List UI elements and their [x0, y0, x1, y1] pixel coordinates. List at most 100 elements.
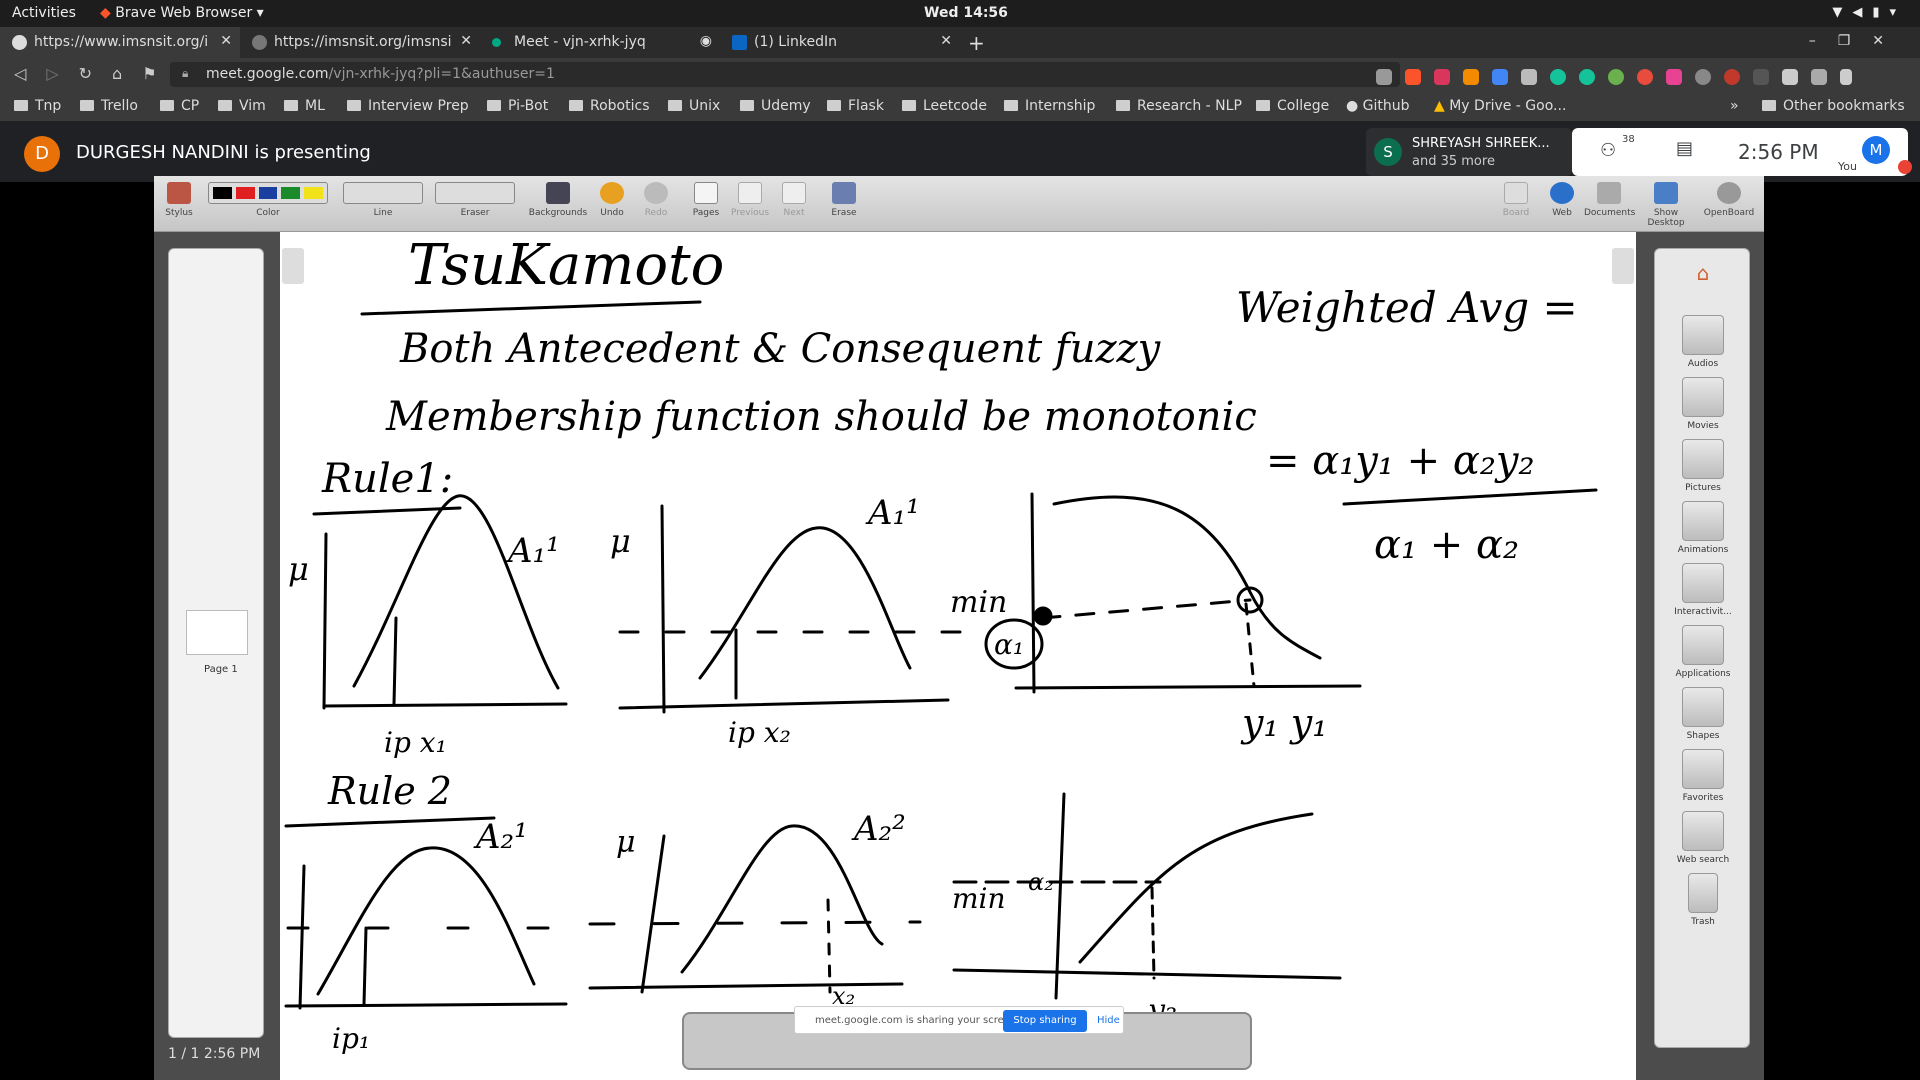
- bookmark-link[interactable]: ● Github: [1346, 98, 1410, 114]
- brave-shields-icon[interactable]: [1405, 68, 1421, 85]
- menu-icon[interactable]: [1840, 68, 1852, 85]
- record-icon[interactable]: [1724, 68, 1740, 85]
- new-tab-button[interactable]: +: [968, 31, 985, 55]
- calendar-icon[interactable]: [1753, 68, 1769, 85]
- library-audios[interactable]: Audios: [1655, 315, 1751, 369]
- back-icon[interactable]: ◁: [14, 64, 46, 83]
- bookmark-folder[interactable]: Robotics: [569, 98, 650, 114]
- plus-icon[interactable]: [1608, 68, 1624, 85]
- bookmark-folder[interactable]: Trello: [80, 98, 138, 114]
- shield-icon[interactable]: [1666, 68, 1682, 85]
- people-icon[interactable]: ⚇: [1600, 140, 1616, 161]
- playlist-icon[interactable]: [1811, 68, 1827, 85]
- participant-tile[interactable]: S SHREYASH SHREEK... and 35 more: [1366, 128, 1572, 176]
- stop-sharing-button[interactable]: Stop sharing: [1003, 1010, 1087, 1032]
- close-icon[interactable]: ✕: [220, 33, 232, 49]
- self-avatar[interactable]: M: [1862, 136, 1890, 164]
- tab-linkedin[interactable]: (1) LinkedIn ✕: [720, 27, 960, 58]
- bookmark-folder[interactable]: ML: [284, 98, 325, 114]
- erase-button[interactable]: Erase: [822, 176, 866, 218]
- home-icon[interactable]: ⌂: [112, 64, 142, 83]
- camera-icon[interactable]: [1376, 68, 1392, 85]
- restore-icon[interactable]: ❐: [1838, 33, 1873, 49]
- close-window-icon[interactable]: ✕: [1872, 33, 1906, 49]
- library-pictures[interactable]: Pictures: [1655, 439, 1751, 493]
- grammarly-icon[interactable]: [1550, 68, 1566, 85]
- color-swatch[interactable]: [258, 187, 278, 199]
- library-trash[interactable]: Trash: [1655, 873, 1751, 927]
- color-tool[interactable]: Color: [204, 176, 332, 218]
- color-swatch[interactable]: [281, 187, 301, 199]
- bookmark-folder[interactable]: Unix: [668, 98, 720, 114]
- openboard-menu[interactable]: OpenBoard: [1700, 176, 1758, 218]
- backgrounds-tool[interactable]: Backgrounds: [526, 176, 590, 218]
- library-favorites[interactable]: Favorites: [1655, 749, 1751, 803]
- extension-icon[interactable]: [1521, 68, 1537, 85]
- board-button[interactable]: Board: [1494, 176, 1538, 218]
- hide-button[interactable]: Hide: [1097, 1015, 1120, 1026]
- stylus-tool[interactable]: Stylus: [154, 176, 204, 218]
- documents-button[interactable]: Documents: [1584, 176, 1635, 218]
- library-home[interactable]: ⌂: [1655, 261, 1751, 285]
- library-animations[interactable]: Animations: [1655, 501, 1751, 555]
- pages-button[interactable]: Pages: [684, 176, 728, 218]
- library-interactivities[interactable]: Interactivit...: [1655, 563, 1751, 617]
- grammarly-icon[interactable]: [1579, 68, 1595, 85]
- bookmark-folder[interactable]: CP: [160, 98, 199, 114]
- whiteboard[interactable]: TsuKamoto Both Antecedent & Consequent f…: [280, 232, 1636, 1080]
- undo-button[interactable]: Undo: [590, 176, 634, 218]
- line-tool[interactable]: Line: [340, 176, 426, 218]
- close-icon[interactable]: ✕: [460, 33, 472, 49]
- forward-icon[interactable]: ▷: [46, 64, 78, 83]
- web-button[interactable]: Web: [1540, 176, 1584, 218]
- activities-button[interactable]: Activities: [12, 5, 76, 21]
- color-swatch[interactable]: [304, 187, 323, 199]
- tab-meet[interactable]: Meet - vjn-xrhk-jyq ◉: [480, 27, 720, 58]
- translate-icon[interactable]: [1492, 68, 1508, 85]
- other-bookmarks[interactable]: Other bookmarks: [1762, 98, 1905, 114]
- collapse-library-button[interactable]: [1612, 248, 1634, 284]
- bookmark-folder[interactable]: Flask: [827, 98, 884, 114]
- window-controls[interactable]: –❐✕: [1809, 33, 1906, 49]
- bookmark-folder[interactable]: Tnp: [14, 98, 61, 114]
- chat-icon[interactable]: ▤: [1676, 138, 1693, 159]
- color-swatch[interactable]: [235, 187, 255, 199]
- bookmarks-overflow-button[interactable]: »: [1730, 98, 1739, 114]
- brave-rewards-icon[interactable]: [1434, 68, 1450, 85]
- close-icon[interactable]: ✕: [940, 33, 952, 49]
- system-clock[interactable]: Wed 14:56: [924, 5, 1008, 21]
- show-desktop-button[interactable]: Show Desktop: [1636, 176, 1696, 228]
- bookmark-folder[interactable]: Leetcode: [902, 98, 987, 114]
- reload-icon[interactable]: ↻: [79, 64, 112, 83]
- bookmark-folder[interactable]: College: [1256, 98, 1329, 114]
- bookmark-folder[interactable]: Udemy: [740, 98, 811, 114]
- minimize-icon[interactable]: –: [1809, 33, 1838, 49]
- extension-icon[interactable]: [1695, 68, 1711, 85]
- bookmark-folder[interactable]: Internship: [1004, 98, 1095, 114]
- next-button[interactable]: Next: [772, 176, 816, 218]
- collapse-pages-button[interactable]: [282, 248, 304, 284]
- redo-button[interactable]: Redo: [634, 176, 678, 218]
- bookmark-folder[interactable]: Pi-Bot: [487, 98, 548, 114]
- bookmark-link[interactable]: ▲ My Drive - Goo...: [1434, 98, 1566, 114]
- bookmark-folder[interactable]: Research - NLP: [1116, 98, 1242, 114]
- page-thumbnail[interactable]: [186, 610, 248, 655]
- alarm-icon[interactable]: [1637, 68, 1653, 85]
- address-bar[interactable]: 🔒︎ meet.google.com/vjn-xrhk-jyq?pli=1&au…: [170, 62, 1400, 87]
- bookmark-folder[interactable]: Interview Prep: [347, 98, 469, 114]
- tab-imsnsit-1[interactable]: https://www.imsnsit.org/i ✕: [0, 27, 240, 58]
- previous-button[interactable]: Previous: [728, 176, 772, 218]
- eraser-tool[interactable]: Eraser: [432, 176, 518, 218]
- app-menu[interactable]: ◆ Brave Web Browser ▾: [100, 5, 264, 21]
- puzzle-icon[interactable]: [1782, 68, 1798, 85]
- color-swatch[interactable]: [213, 187, 232, 199]
- library-shapes[interactable]: Shapes: [1655, 687, 1751, 741]
- bookmark-folder[interactable]: Vim: [218, 98, 266, 114]
- extension-icon[interactable]: [1463, 68, 1479, 85]
- library-applications[interactable]: Applications: [1655, 625, 1751, 679]
- tab-imsnsit-2[interactable]: https://imsnsit.org/imsnsi ✕: [240, 27, 480, 58]
- library-web-search[interactable]: Web search: [1655, 811, 1751, 865]
- system-tray[interactable]: ▼◀▮▾: [1832, 5, 1906, 20]
- library-movies[interactable]: Movies: [1655, 377, 1751, 431]
- graph3-x-axis: [1014, 684, 1362, 690]
